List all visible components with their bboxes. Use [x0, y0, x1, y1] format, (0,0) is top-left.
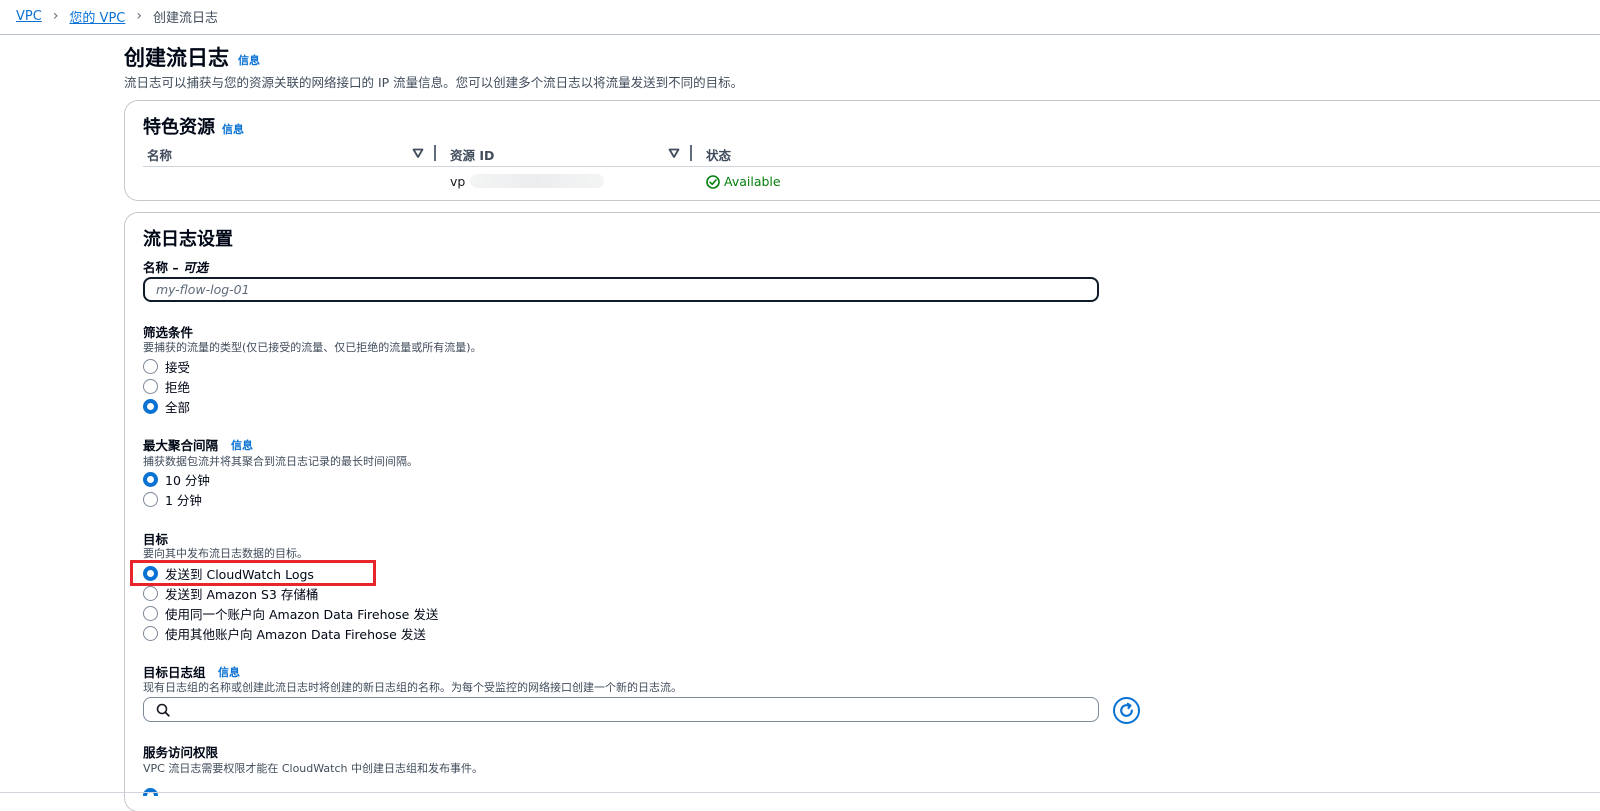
row-resource-id: vp: [450, 174, 466, 189]
search-icon: [156, 703, 170, 717]
radio-button[interactable]: [143, 585, 158, 601]
radio-button[interactable]: [143, 605, 158, 621]
service-access-description: VPC 流日志需要权限才能在 CloudWatch 中创建日志组和发布事件。: [143, 762, 483, 775]
column-divider[interactable]: [434, 145, 436, 161]
filter-option-reject[interactable]: 拒绝: [143, 377, 190, 395]
chevron-right-icon: ›: [136, 8, 142, 24]
highlight-box: [130, 560, 376, 586]
service-access-label: 服务访问权限: [143, 745, 219, 760]
filter-option-all[interactable]: 全部: [143, 397, 190, 415]
check-circle-icon: [706, 174, 720, 189]
radio-button[interactable]: [143, 358, 158, 374]
status-text: Available: [724, 174, 781, 189]
sort-down-icon[interactable]: [668, 147, 680, 159]
breadcrumb-current: 创建流日志: [152, 10, 218, 26]
column-header-name[interactable]: 名称: [147, 145, 172, 164]
refresh-button[interactable]: [1113, 697, 1140, 724]
column-header-resource-id[interactable]: 资源 ID: [450, 145, 494, 164]
sort-down-icon[interactable]: [412, 147, 424, 159]
page-bottom-divider: [0, 792, 1600, 793]
interval-description: 捕获数据包流并将其聚合到流日志记录的最长时间间隔。: [143, 455, 418, 468]
column-header-status: 状态: [706, 148, 732, 163]
destination-option-firehose-other[interactable]: 使用其他账户向 Amazon Data Firehose 发送: [143, 624, 426, 642]
radio-button-selected[interactable]: [143, 471, 158, 487]
resources-info-link[interactable]: 信息: [222, 121, 244, 137]
column-divider[interactable]: [690, 145, 692, 161]
resources-title: 特色资源: [143, 117, 215, 138]
name-label: 名称 – 可选: [143, 260, 208, 275]
interval-info-link[interactable]: 信息: [231, 437, 253, 453]
settings-title: 流日志设置: [143, 229, 233, 250]
radio-button[interactable]: [143, 491, 158, 507]
radio-button[interactable]: [143, 378, 158, 394]
page-description: 流日志可以捕获与您的资源关联的网络接口的 IP 流量信息。您可以创建多个流日志以…: [124, 75, 744, 90]
chevron-right-icon: ›: [52, 8, 59, 24]
page-info-link[interactable]: 信息: [238, 52, 260, 68]
radio-button[interactable]: [143, 625, 158, 641]
breadcrumb: VPC › 您的 VPC › 创建流日志: [16, 7, 218, 26]
radio-button-selected[interactable]: [143, 398, 158, 414]
redacted-resource-id: [470, 174, 604, 188]
header-divider: [0, 34, 1600, 35]
refresh-icon: [1120, 702, 1133, 717]
page-title: 创建流日志: [124, 46, 229, 70]
filter-option-accept[interactable]: 接受: [143, 357, 190, 375]
status-badge: Available: [706, 174, 781, 189]
interval-label: 最大聚合间隔: [143, 438, 219, 453]
interval-option-1min[interactable]: 1 分钟: [143, 490, 202, 508]
name-input[interactable]: my-flow-log-01: [143, 277, 1099, 302]
log-group-info-link[interactable]: 信息: [218, 664, 240, 680]
table-header-divider: [143, 166, 1600, 167]
log-group-description: 现有日志组的名称或创建此流日志时将创建的新日志组的名称。为每个受监控的网络接口创…: [143, 681, 682, 694]
destination-option-firehose-same[interactable]: 使用同一个账户向 Amazon Data Firehose 发送: [143, 604, 438, 622]
destination-description: 要向其中发布流日志数据的目标。: [143, 547, 308, 560]
name-placeholder: my-flow-log-01: [156, 282, 250, 297]
interval-option-10min[interactable]: 10 分钟: [143, 470, 210, 488]
destination-option-s3[interactable]: 发送到 Amazon S3 存储桶: [143, 584, 318, 602]
resources-panel: [124, 100, 1600, 201]
breadcrumb-your-vpc-link[interactable]: 您的 VPC: [69, 7, 125, 26]
log-group-search-input[interactable]: [143, 697, 1099, 722]
breadcrumb-vpc-link[interactable]: VPC: [16, 9, 42, 24]
filter-description: 要捕获的流量的类型(仅已接受的流量、仅已拒绝的流量或所有流量)。: [143, 341, 482, 354]
